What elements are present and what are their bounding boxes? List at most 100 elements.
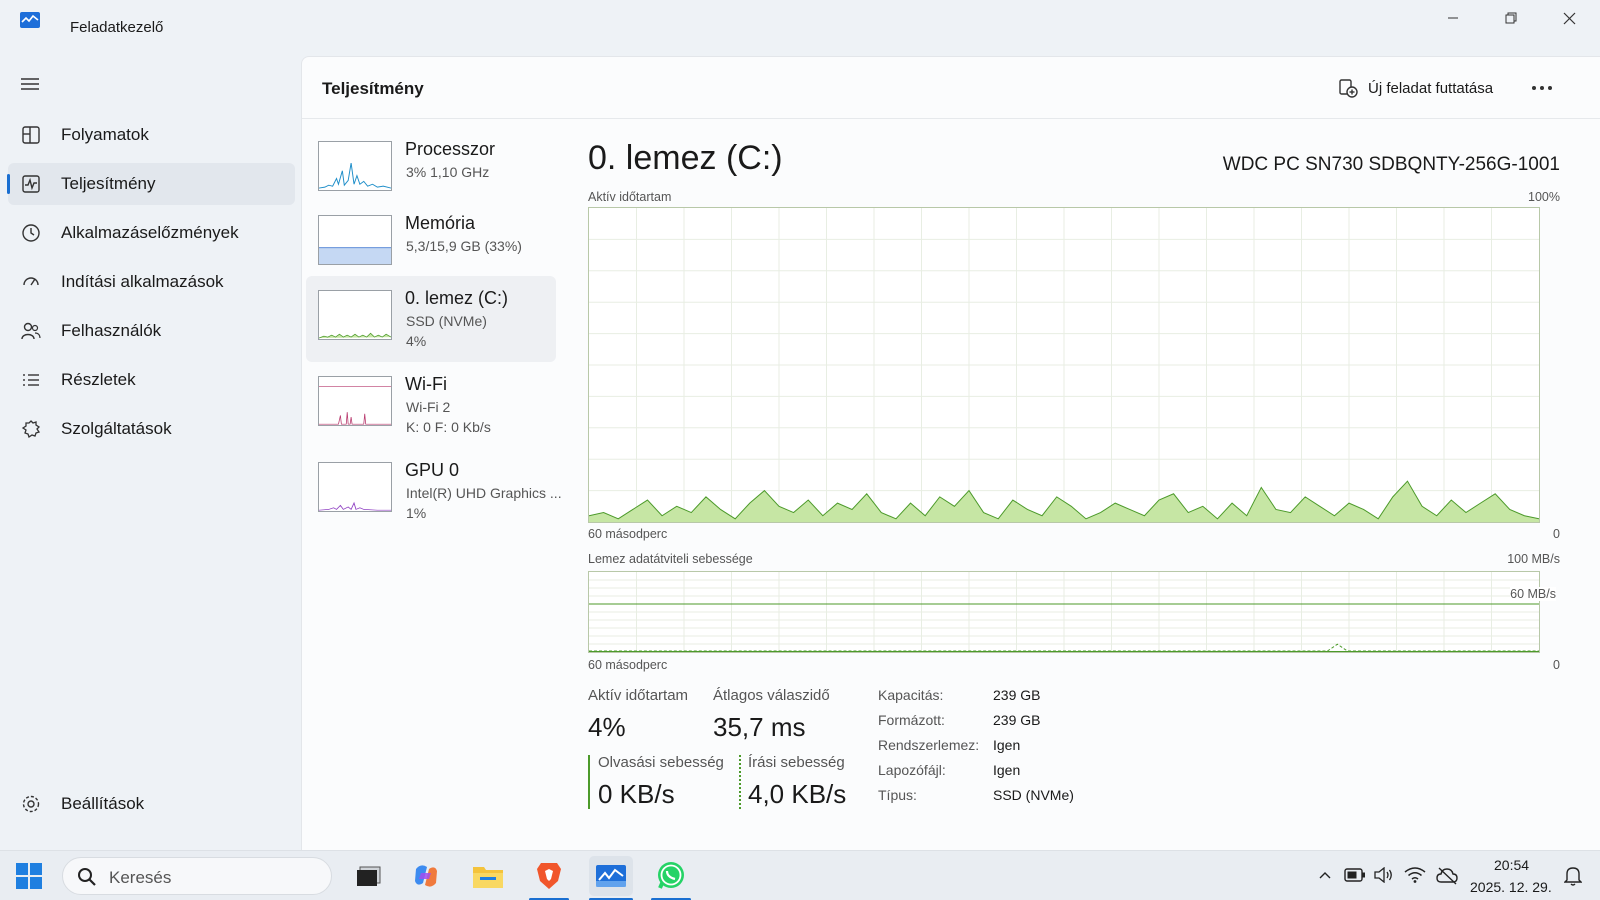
prop-label: Formázott: bbox=[878, 712, 945, 728]
file-explorer-icon[interactable] bbox=[468, 856, 508, 896]
device-sub: 5,3/15,9 GB (33%) bbox=[406, 238, 522, 254]
task-manager-icon[interactable] bbox=[589, 856, 633, 900]
gear-icon bbox=[22, 795, 40, 813]
title-bar: Feladatkezelő bbox=[0, 0, 1600, 56]
gpu-thumbnail-graph bbox=[318, 462, 392, 512]
device-sub: 3% 1,10 GHz bbox=[406, 164, 490, 180]
battery-icon[interactable] bbox=[1344, 867, 1366, 883]
history-icon bbox=[22, 224, 40, 242]
services-icon bbox=[21, 420, 41, 439]
nav-item-label: Felhasználók bbox=[61, 321, 162, 340]
nav-item-details[interactable]: Részletek bbox=[8, 359, 295, 401]
search-icon bbox=[78, 868, 96, 886]
write-speed-value: 4,0 KB/s bbox=[748, 779, 847, 809]
volume-icon[interactable] bbox=[1374, 867, 1394, 883]
device-item-wifi[interactable]: Wi-Fi Wi-Fi 2 K: 0 F: 0 Kb/s bbox=[306, 362, 556, 448]
device-sub: Wi-Fi 2 bbox=[406, 399, 451, 415]
nav-item-users[interactable]: Felhasználók bbox=[8, 310, 295, 352]
more-options-icon[interactable] bbox=[1527, 75, 1557, 101]
device-item-disk[interactable]: 0. lemez (C:) SSD (NVMe) 4% bbox=[306, 276, 556, 362]
windows-start-icon[interactable] bbox=[16, 863, 42, 889]
copilot-icon[interactable] bbox=[406, 856, 446, 896]
nav-item-processes[interactable]: Folyamatok bbox=[8, 114, 295, 156]
prop-value: 239 GB bbox=[993, 687, 1041, 703]
read-speed-value: 0 KB/s bbox=[598, 779, 675, 809]
device-sub: K: 0 F: 0 Kb/s bbox=[406, 419, 491, 435]
task-view-icon[interactable] bbox=[349, 856, 389, 896]
nav-item-services[interactable]: Szolgáltatások bbox=[8, 408, 295, 450]
prop-label: Típus: bbox=[878, 787, 917, 803]
device-name: 0. lemez (C:) bbox=[405, 288, 509, 308]
prop-value: SSD (NVMe) bbox=[993, 787, 1074, 803]
window-title: Feladatkezelő bbox=[70, 19, 164, 36]
disk-thumbnail-graph bbox=[318, 290, 392, 340]
task-manager-app-icon bbox=[20, 12, 40, 28]
read-speed-label: Olvasási sebesség bbox=[598, 754, 724, 771]
graph2-max-label: 100 MB/s bbox=[1507, 552, 1560, 566]
prop-value: 239 GB bbox=[993, 712, 1041, 728]
wifi-icon[interactable] bbox=[1404, 867, 1426, 883]
nav-item-performance[interactable]: Teljesítmény bbox=[7, 163, 295, 205]
disk-model: WDC PC SN730 SDBQNTY-256G-1001 bbox=[1222, 154, 1560, 175]
cloud-offline-icon[interactable] bbox=[1436, 867, 1458, 885]
taskbar-search-box[interactable]: Keresés bbox=[62, 857, 332, 895]
nav-item-label: Beállítások bbox=[61, 794, 145, 813]
cpu-thumbnail-graph bbox=[318, 141, 392, 191]
nav-item-app-history[interactable]: Alkalmazáselőzmények bbox=[8, 212, 295, 254]
active-time-graph bbox=[588, 207, 1540, 523]
details-icon bbox=[23, 374, 39, 386]
graph1-x-right: 0 bbox=[1553, 527, 1560, 541]
nav-item-startup-apps[interactable]: Indítási alkalmazások bbox=[8, 261, 295, 303]
device-item-memory[interactable]: Memória 5,3/15,9 GB (33%) bbox=[306, 201, 556, 287]
nav-item-label: Szolgáltatások bbox=[61, 419, 172, 438]
new-task-icon bbox=[1339, 79, 1358, 98]
page-header: Teljesítmény Új feladat futtatása bbox=[302, 57, 1600, 119]
whatsapp-icon[interactable] bbox=[651, 856, 691, 900]
graph2-x-left: 60 másodperc bbox=[588, 658, 668, 672]
run-new-task-button[interactable]: Új feladat futtatása bbox=[1338, 75, 1493, 101]
graph2-x-right: 0 bbox=[1553, 658, 1560, 672]
graph2-ref-label: 60 MB/s bbox=[1510, 587, 1556, 601]
prop-label: Rendszerlemez: bbox=[878, 737, 980, 753]
notification-bell-icon[interactable] bbox=[1564, 866, 1582, 886]
minimize-button[interactable] bbox=[1424, 0, 1482, 36]
device-sub: Intel(R) UHD Graphics ... bbox=[406, 485, 562, 501]
search-placeholder: Keresés bbox=[109, 868, 172, 887]
active-indicator bbox=[7, 174, 10, 194]
device-sub: SSD (NVMe) bbox=[406, 313, 487, 329]
chevron-up-icon[interactable] bbox=[1318, 870, 1332, 880]
close-button[interactable] bbox=[1540, 0, 1598, 36]
device-name: GPU 0 bbox=[405, 460, 460, 480]
detail-title: 0. lemez (C:) bbox=[588, 139, 783, 177]
wifi-thumbnail-graph bbox=[318, 376, 392, 426]
device-sub: 4% bbox=[406, 333, 427, 349]
clock-time[interactable]: 20:54 bbox=[1494, 857, 1529, 873]
nav-item-label: Alkalmazáselőzmények bbox=[61, 223, 239, 242]
brave-icon[interactable] bbox=[529, 856, 569, 900]
prop-label: Kapacitás: bbox=[878, 687, 944, 703]
clock-date[interactable]: 2025. 12. 29. bbox=[1470, 879, 1552, 895]
memory-thumbnail-graph bbox=[318, 215, 392, 265]
nav-item-label: Indítási alkalmazások bbox=[61, 272, 224, 291]
graph1-max-label: 100% bbox=[1528, 190, 1560, 204]
device-item-gpu[interactable]: GPU 0 Intel(R) UHD Graphics ... 1% bbox=[306, 448, 562, 534]
restore-icon bbox=[1505, 12, 1517, 24]
read-speed-indicator bbox=[588, 755, 590, 809]
main-pane: Teljesítmény Új feladat futtatása Proces… bbox=[301, 56, 1600, 850]
write-speed-indicator bbox=[739, 755, 741, 809]
active-time-label: Aktív időtartam bbox=[588, 687, 689, 704]
taskbar: Keresés 20:54 2025. 12. 29. bbox=[0, 850, 1600, 900]
graph1-label: Aktív időtartam bbox=[588, 190, 672, 204]
close-icon bbox=[1563, 12, 1575, 24]
nav-item-label: Folyamatok bbox=[61, 125, 149, 144]
restore-button[interactable] bbox=[1482, 0, 1540, 36]
nav-item-settings[interactable]: Beállítások bbox=[8, 783, 295, 825]
users-icon bbox=[21, 322, 41, 340]
device-name: Wi-Fi bbox=[405, 374, 447, 394]
page-title: Teljesítmény bbox=[322, 79, 424, 98]
hamburger-menu-icon[interactable] bbox=[20, 76, 40, 92]
performance-icon bbox=[22, 175, 40, 193]
nav-item-label: Teljesítmény bbox=[61, 174, 156, 193]
minimize-icon bbox=[1448, 17, 1458, 19]
device-name: Processzor bbox=[405, 139, 496, 159]
